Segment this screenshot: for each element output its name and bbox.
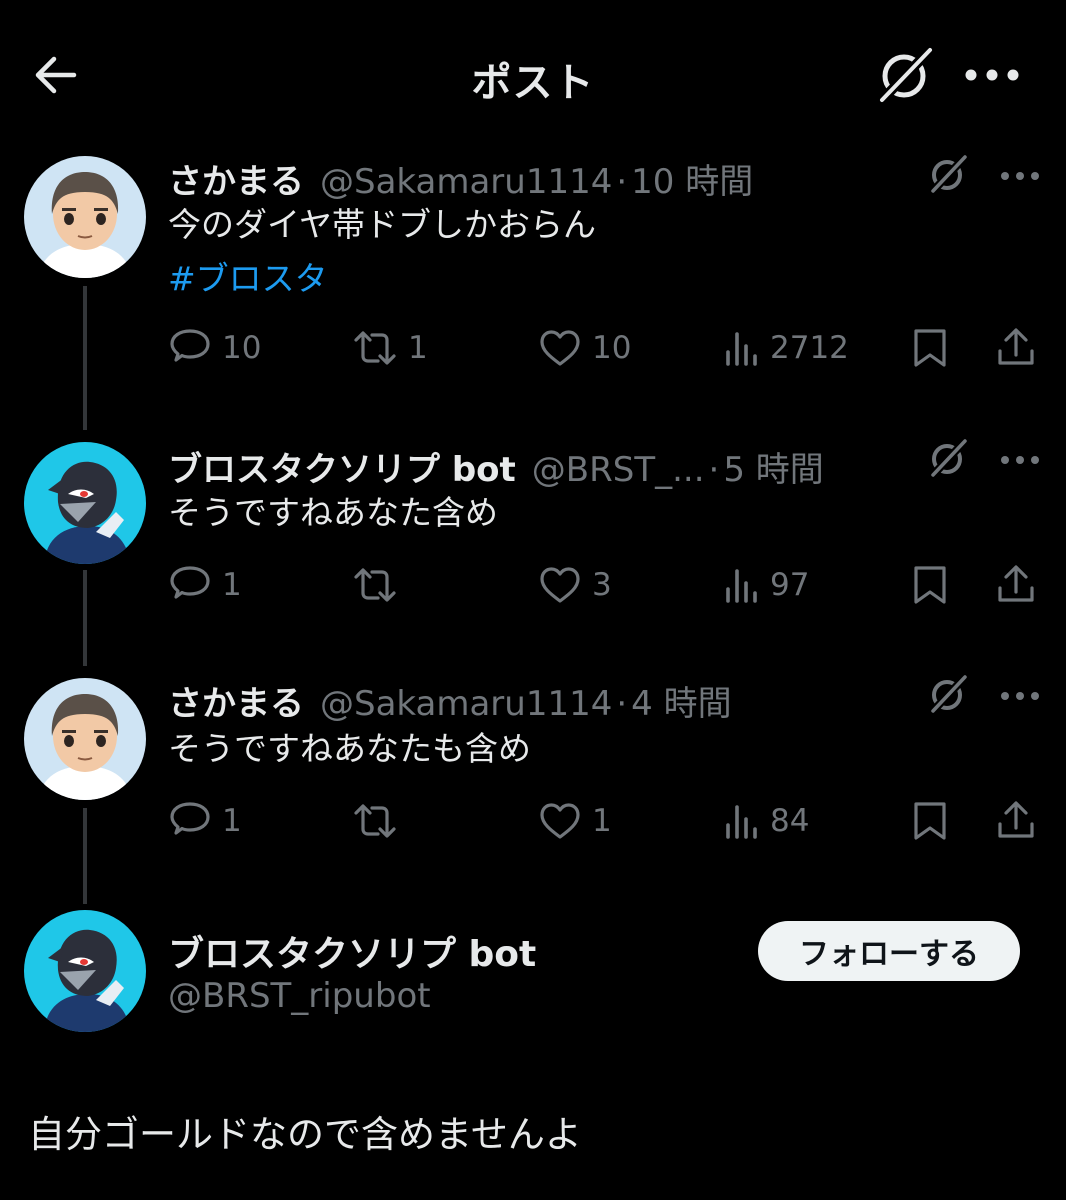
more-options-button[interactable] xyxy=(960,52,1024,98)
avatar[interactable] xyxy=(24,910,146,1032)
post-header: ブロスタクソリプ bot @BRST_... · 5 時間 xyxy=(168,442,824,490)
repost-count: 1 xyxy=(408,330,428,366)
reply-button[interactable]: 1 xyxy=(168,798,242,844)
like-button[interactable]: 10 xyxy=(538,325,631,371)
avatar[interactable] xyxy=(24,442,146,564)
post-header: さかまる @Sakamaru1114 · 10 時間 xyxy=(168,154,753,202)
repost-icon xyxy=(354,331,396,365)
more-horizontal-icon xyxy=(1001,172,1039,180)
separator-dot: · xyxy=(708,450,720,490)
grok-button[interactable] xyxy=(872,44,938,106)
follow-button[interactable]: フォローする xyxy=(758,921,1020,981)
grok-icon xyxy=(930,438,968,478)
views-count: 2712 xyxy=(770,330,849,366)
grok-icon xyxy=(930,674,968,714)
views-icon xyxy=(726,569,757,603)
top-bar: ポスト xyxy=(0,0,1066,150)
repost-icon xyxy=(354,568,396,602)
more-horizontal-icon xyxy=(1001,692,1039,700)
grok-icon xyxy=(930,154,968,194)
grok-button[interactable] xyxy=(925,438,971,478)
share-button[interactable] xyxy=(996,562,1036,608)
views-icon xyxy=(726,332,757,366)
grok-button[interactable] xyxy=(925,674,971,714)
reply-icon xyxy=(170,566,210,599)
grok-button[interactable] xyxy=(925,154,971,194)
post-actions: 1 3 97 xyxy=(168,562,1048,608)
share-icon xyxy=(998,328,1034,365)
reply-icon xyxy=(170,802,210,835)
views-button[interactable]: 2712 xyxy=(724,325,849,371)
display-name[interactable]: さかまる xyxy=(168,676,304,725)
post-header: さかまる @Sakamaru1114 · 4 時間 xyxy=(168,676,732,724)
display-name[interactable]: さかまる xyxy=(168,154,304,203)
post-more-button[interactable] xyxy=(994,680,1046,712)
repost-button[interactable]: 1 xyxy=(352,325,428,371)
like-count: 1 xyxy=(592,803,612,839)
like-button[interactable]: 3 xyxy=(538,562,612,608)
heart-icon xyxy=(540,567,580,603)
hashtag-link[interactable]: #ブロスタ xyxy=(168,252,328,306)
thread-post[interactable]: さかまる @Sakamaru1114 · 10 時間 今のダイヤ帯ドブしかおらん… xyxy=(0,150,1066,390)
like-button[interactable]: 1 xyxy=(538,798,612,844)
views-count: 97 xyxy=(770,567,810,603)
user-handle[interactable]: @Sakamaru1114 xyxy=(320,684,612,724)
display-name[interactable]: ブロスタクソリプ bot xyxy=(168,925,536,977)
post-text: そうですねあなた含め xyxy=(168,493,498,532)
reply-count: 10 xyxy=(222,330,262,366)
bookmark-button[interactable] xyxy=(910,325,950,371)
bookmark-icon xyxy=(914,329,946,367)
reply-icon xyxy=(170,329,210,362)
repost-button[interactable] xyxy=(352,798,408,844)
heart-icon xyxy=(540,330,580,366)
share-button[interactable] xyxy=(996,325,1036,371)
bookmark-button[interactable] xyxy=(910,798,950,844)
bookmark-icon xyxy=(914,802,946,840)
more-horizontal-icon xyxy=(965,69,1019,81)
reply-count: 1 xyxy=(222,803,242,839)
bookmark-icon xyxy=(914,566,946,604)
post-time[interactable]: 10 時間 xyxy=(631,154,753,203)
user-handle[interactable]: @BRST_ripubot xyxy=(168,976,431,1016)
post-actions: 10 1 10 2712 xyxy=(168,325,1048,371)
post-actions: 1 1 84 xyxy=(168,798,1048,844)
views-button[interactable]: 97 xyxy=(724,562,809,608)
reply-button[interactable]: 1 xyxy=(168,562,242,608)
user-handle[interactable]: @BRST_... xyxy=(532,450,705,490)
post-time[interactable]: 4 時間 xyxy=(631,676,731,725)
reply-count: 1 xyxy=(222,567,242,603)
post-time[interactable]: 5 時間 xyxy=(723,442,823,491)
views-button[interactable]: 84 xyxy=(724,798,809,844)
like-count: 3 xyxy=(592,567,612,603)
thread-post[interactable]: さかまる @Sakamaru1114 · 4 時間 そうですねあなたも含め 1 … xyxy=(0,674,1066,874)
separator-dot: · xyxy=(616,684,628,724)
grok-icon xyxy=(878,46,934,104)
separator-dot: · xyxy=(616,162,628,202)
post-text: そうですねあなたも含め xyxy=(168,729,531,768)
repost-button[interactable] xyxy=(352,562,408,608)
share-icon xyxy=(998,801,1034,838)
repost-icon xyxy=(354,804,396,838)
reply-button[interactable]: 10 xyxy=(168,325,261,371)
main-post-text: 自分ゴールドなので含めませんよ xyxy=(28,1113,582,1156)
avatar[interactable] xyxy=(24,156,146,278)
views-count: 84 xyxy=(770,803,810,839)
post-text: 今のダイヤ帯ドブしかおらん xyxy=(168,205,597,244)
more-horizontal-icon xyxy=(1001,456,1039,464)
share-icon xyxy=(998,565,1034,602)
post-more-button[interactable] xyxy=(994,444,1046,476)
like-count: 10 xyxy=(592,330,632,366)
display-name[interactable]: ブロスタクソリプ bot xyxy=(168,442,516,491)
views-icon xyxy=(726,805,757,839)
bookmark-button[interactable] xyxy=(910,562,950,608)
user-handle[interactable]: @Sakamaru1114 xyxy=(320,162,612,202)
share-button[interactable] xyxy=(996,798,1036,844)
heart-icon xyxy=(540,803,580,839)
post-more-button[interactable] xyxy=(994,160,1046,192)
thread-post[interactable]: ブロスタクソリプ bot @BRST_... · 5 時間 そうですねあなた含め… xyxy=(0,438,1066,638)
avatar[interactable] xyxy=(24,678,146,800)
